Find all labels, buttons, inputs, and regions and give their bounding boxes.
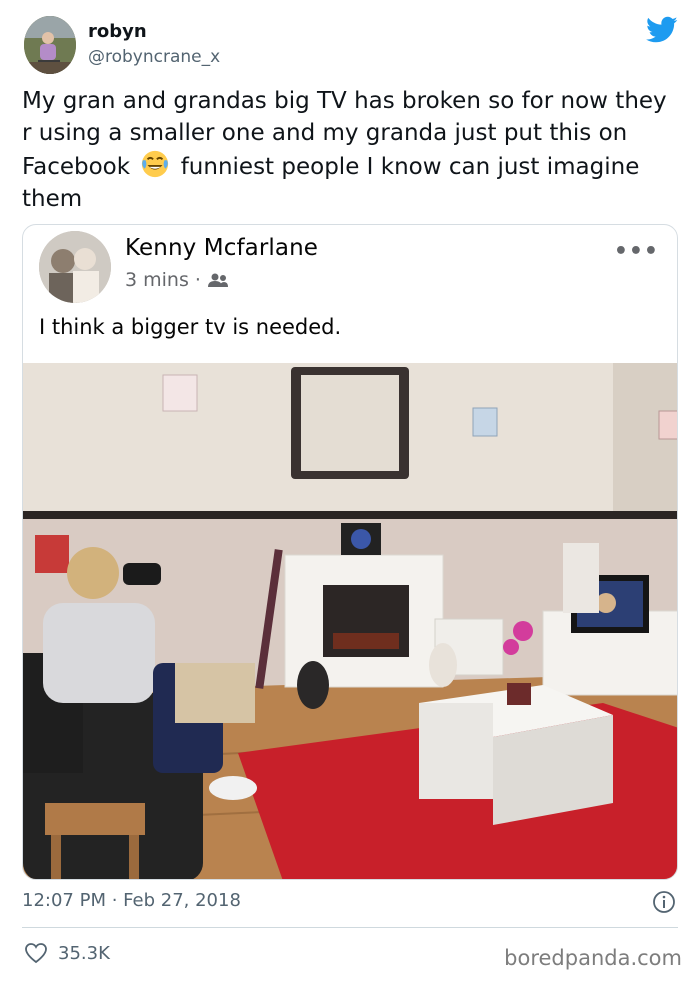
facebook-post-photo[interactable] <box>23 363 677 879</box>
embedded-facebook-post[interactable]: Kenny Mcfarlane 3 mins · ••• I think a b… <box>22 224 678 880</box>
info-icon[interactable] <box>652 890 676 914</box>
avatar-photo <box>24 16 76 74</box>
living-room-photo <box>23 363 677 879</box>
more-dots-icon[interactable]: ••• <box>614 239 659 264</box>
tweet-divider <box>22 927 678 928</box>
facebook-avatar-photo <box>39 231 111 303</box>
facebook-post-meta: 3 mins · <box>125 269 229 291</box>
author-avatar[interactable] <box>24 16 76 74</box>
friends-icon <box>207 273 228 287</box>
like-count: 35.3K <box>58 942 110 964</box>
author-display-name[interactable]: robyn <box>88 20 147 44</box>
tweet-body: My gran and grandas big TV has broken so… <box>22 86 672 215</box>
tweet-card: robyn @robyncrane_x My gran and grandas … <box>0 0 700 981</box>
tweet-timestamp[interactable]: 12:07 PM · Feb 27, 2018 <box>22 890 241 911</box>
author-handle[interactable]: @robyncrane_x <box>88 46 220 68</box>
heart-icon[interactable] <box>24 942 48 964</box>
like-action[interactable]: 35.3K <box>24 942 110 964</box>
facebook-post-text: I think a bigger tv is needed. <box>39 315 342 339</box>
twitter-bird-icon[interactable] <box>646 16 678 44</box>
tears-of-joy-emoji-icon <box>142 150 169 178</box>
boredpanda-watermark: boredpanda.com <box>504 946 682 970</box>
facebook-post-time[interactable]: 3 mins · <box>125 269 201 291</box>
facebook-author-avatar[interactable] <box>39 231 111 303</box>
facebook-author-name[interactable]: Kenny Mcfarlane <box>125 235 318 261</box>
